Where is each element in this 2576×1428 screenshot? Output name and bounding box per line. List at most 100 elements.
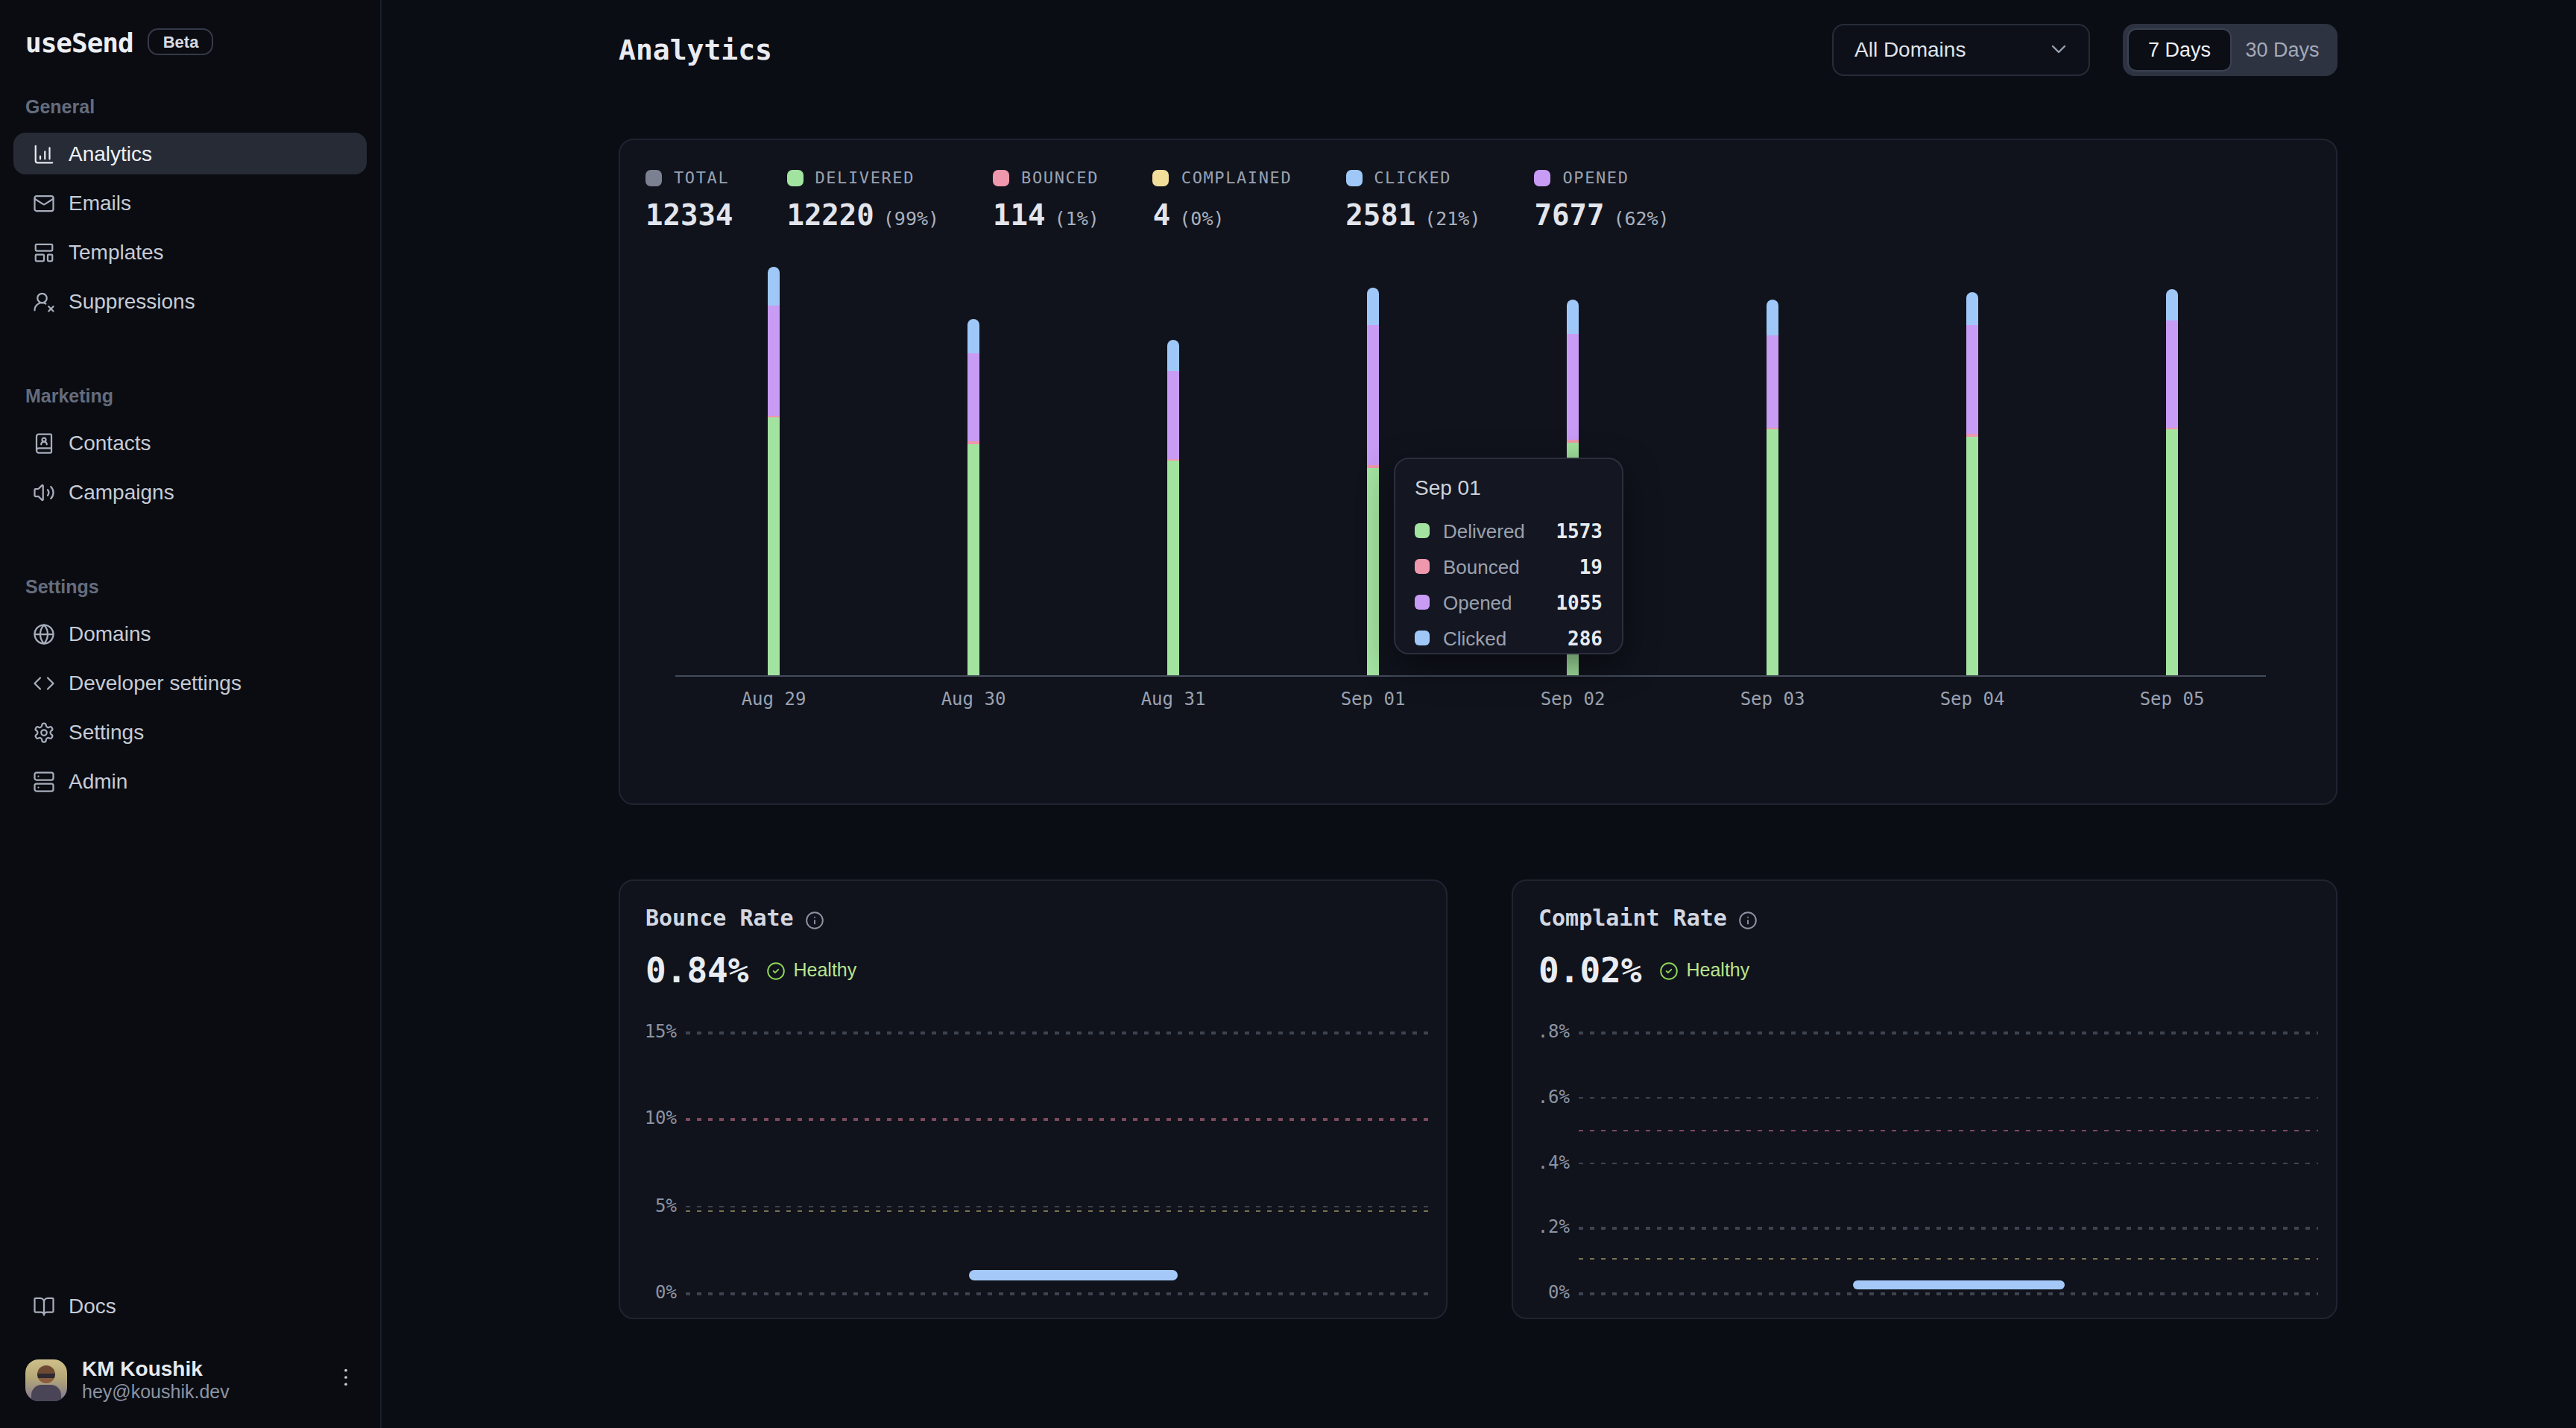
tooltip-dot bbox=[1415, 559, 1430, 574]
stat-value: 2581 bbox=[1345, 198, 1415, 233]
page-title: Analytics bbox=[619, 33, 772, 66]
avatar bbox=[25, 1359, 67, 1401]
nav-section-settings: SettingsDomainsDeveloper settingsSetting… bbox=[13, 578, 367, 802]
globe-icon bbox=[33, 622, 55, 645]
bar-sep-03[interactable] bbox=[1767, 300, 1778, 675]
bar-segment-delivered bbox=[967, 444, 979, 675]
sidebar-item-label: Suppressions bbox=[69, 289, 195, 313]
range-option-30-days[interactable]: 30 Days bbox=[2232, 28, 2333, 71]
bar-sep-04[interactable] bbox=[1966, 292, 1978, 675]
code-icon bbox=[33, 672, 55, 694]
sidebar-item-emails[interactable]: Emails bbox=[13, 182, 367, 224]
tooltip-label: Delivered bbox=[1443, 519, 1542, 542]
app-root: useSend Beta GeneralAnalyticsEmailsTempl… bbox=[0, 0, 2576, 1428]
complaint-rate-card: Complaint Rate 0.02% Healthy .8%.6%.4%.2… bbox=[1512, 879, 2337, 1319]
chart-tooltip: Sep 01Delivered1573Bounced19Opened1055Cl… bbox=[1394, 458, 1623, 654]
sidebar-item-contacts[interactable]: Contacts bbox=[13, 422, 367, 464]
sidebar-item-label: Developer settings bbox=[69, 671, 242, 695]
tooltip-row: Opened1055 bbox=[1415, 584, 1603, 620]
sidebar-item-domains[interactable]: Domains bbox=[13, 613, 367, 654]
y-tick-label: .8% bbox=[1525, 1021, 1570, 1042]
sidebar-spacer bbox=[13, 809, 367, 1285]
bar-aug-29[interactable] bbox=[768, 267, 780, 675]
email-volume-chart: Aug 29Aug 30Aug 31Sep 01Sep 02Sep 03Sep … bbox=[620, 253, 2336, 724]
sidebar-item-label: Domains bbox=[69, 622, 151, 645]
sidebar-item-suppressions[interactable]: Suppressions bbox=[13, 280, 367, 322]
user-meta: KM Koushik hey@koushik.dev bbox=[82, 1356, 319, 1404]
sidebar-item-settings[interactable]: Settings bbox=[13, 711, 367, 753]
app-logo: useSend bbox=[25, 26, 133, 57]
bar-segment-delivered bbox=[2166, 430, 2178, 675]
stat-dot bbox=[645, 170, 662, 186]
sidebar-item-admin[interactable]: Admin bbox=[13, 760, 367, 802]
user-card[interactable]: KM Koushik hey@koushik.dev bbox=[13, 1342, 367, 1428]
stat-dot bbox=[786, 170, 803, 186]
mail-icon bbox=[33, 192, 55, 214]
y-tick-label: 15% bbox=[632, 1021, 677, 1042]
bar-sep-01[interactable] bbox=[1367, 288, 1379, 675]
bar-segment-clicked bbox=[1167, 339, 1179, 370]
sidebar-item-docs[interactable]: Docs bbox=[13, 1285, 367, 1327]
y-tick-label: .4% bbox=[1525, 1151, 1570, 1172]
main-content: Analytics All Domains 7 Days30 Days TOTA… bbox=[382, 0, 2576, 1428]
user-email: hey@koushik.dev bbox=[82, 1382, 319, 1404]
user-menu-button[interactable] bbox=[334, 1365, 358, 1395]
stat-delivered: DELIVERED12220(99%) bbox=[786, 168, 939, 233]
sidebar-item-templates[interactable]: Templates bbox=[13, 231, 367, 273]
x-axis-label: Aug 31 bbox=[1141, 689, 1206, 710]
stat-opened: OPENED7677(62%) bbox=[1534, 168, 1669, 233]
tooltip-row: Bounced 19 bbox=[1415, 549, 1603, 584]
sidebar-item-label: Emails bbox=[69, 191, 131, 215]
viewport: useSend Beta GeneralAnalyticsEmailsTempl… bbox=[0, 0, 2576, 1428]
rate-line-segment bbox=[1854, 1280, 2065, 1289]
bar-aug-31[interactable] bbox=[1167, 339, 1179, 675]
stats-row: TOTAL12334DELIVERED12220(99%)BOUNCED114(… bbox=[620, 140, 2336, 233]
tooltip-label: Clicked bbox=[1443, 627, 1554, 649]
warning-threshold-line bbox=[686, 1210, 1428, 1212]
tooltip-value: 19 bbox=[1579, 555, 1603, 578]
sidebar-item-label: Templates bbox=[69, 240, 164, 264]
bar-segment-opened bbox=[1167, 370, 1179, 458]
bar-segment-opened bbox=[1966, 326, 1978, 435]
bar-segment-clicked bbox=[967, 319, 979, 353]
stat-dot bbox=[1345, 170, 1362, 186]
user-x-icon bbox=[33, 290, 55, 312]
stat-label: COMPLAINED bbox=[1181, 168, 1292, 188]
tooltip-value: 1055 bbox=[1556, 591, 1603, 613]
sidebar-item-label: Settings bbox=[69, 720, 144, 744]
header-controls: All Domains 7 Days30 Days bbox=[1832, 23, 2337, 75]
x-axis-label: Aug 30 bbox=[941, 689, 1006, 710]
sidebar-item-label: Contacts bbox=[69, 431, 151, 455]
tooltip-dot bbox=[1415, 595, 1430, 610]
gridline bbox=[686, 1031, 1428, 1034]
x-axis-label: Sep 05 bbox=[2140, 689, 2205, 710]
sidebar-item-label: Analytics bbox=[69, 142, 152, 165]
bar-segment-opened bbox=[2166, 320, 2178, 427]
bar-segment-delivered bbox=[768, 418, 780, 675]
docs-label: Docs bbox=[69, 1294, 116, 1318]
layout-template-icon bbox=[33, 241, 55, 263]
stat-label: TOTAL bbox=[674, 168, 729, 188]
bar-segment-delivered bbox=[1167, 461, 1179, 675]
gridline bbox=[1579, 1162, 2318, 1164]
chevron-down-icon bbox=[2047, 37, 2071, 61]
domain-filter-select[interactable]: All Domains bbox=[1832, 23, 2090, 75]
x-axis-label: Sep 03 bbox=[1740, 689, 1805, 710]
tooltip-label: Bounced bbox=[1443, 555, 1566, 578]
bar-sep-05[interactable] bbox=[2166, 289, 2178, 675]
topbar: Analytics All Domains 7 Days30 Days bbox=[619, 21, 2337, 78]
sidebar-item-developer-settings[interactable]: Developer settings bbox=[13, 662, 367, 704]
nav-section-label: General bbox=[25, 98, 367, 118]
stat-total: TOTAL12334 bbox=[645, 168, 733, 233]
nav-section-marketing: MarketingContactsCampaigns bbox=[13, 388, 367, 513]
bar-aug-30[interactable] bbox=[967, 319, 979, 675]
rate-line-segment bbox=[969, 1270, 1178, 1280]
danger-threshold-line bbox=[1579, 1129, 2318, 1131]
sidebar-item-campaigns[interactable]: Campaigns bbox=[13, 471, 367, 513]
bar-segment-clicked bbox=[1367, 288, 1379, 326]
bar-segment-delivered bbox=[1966, 437, 1978, 675]
tooltip-dot bbox=[1415, 523, 1430, 538]
stat-percentage: (62%) bbox=[1613, 207, 1669, 230]
range-option-7-days[interactable]: 7 Days bbox=[2127, 28, 2232, 71]
sidebar-item-analytics[interactable]: Analytics bbox=[13, 133, 367, 174]
